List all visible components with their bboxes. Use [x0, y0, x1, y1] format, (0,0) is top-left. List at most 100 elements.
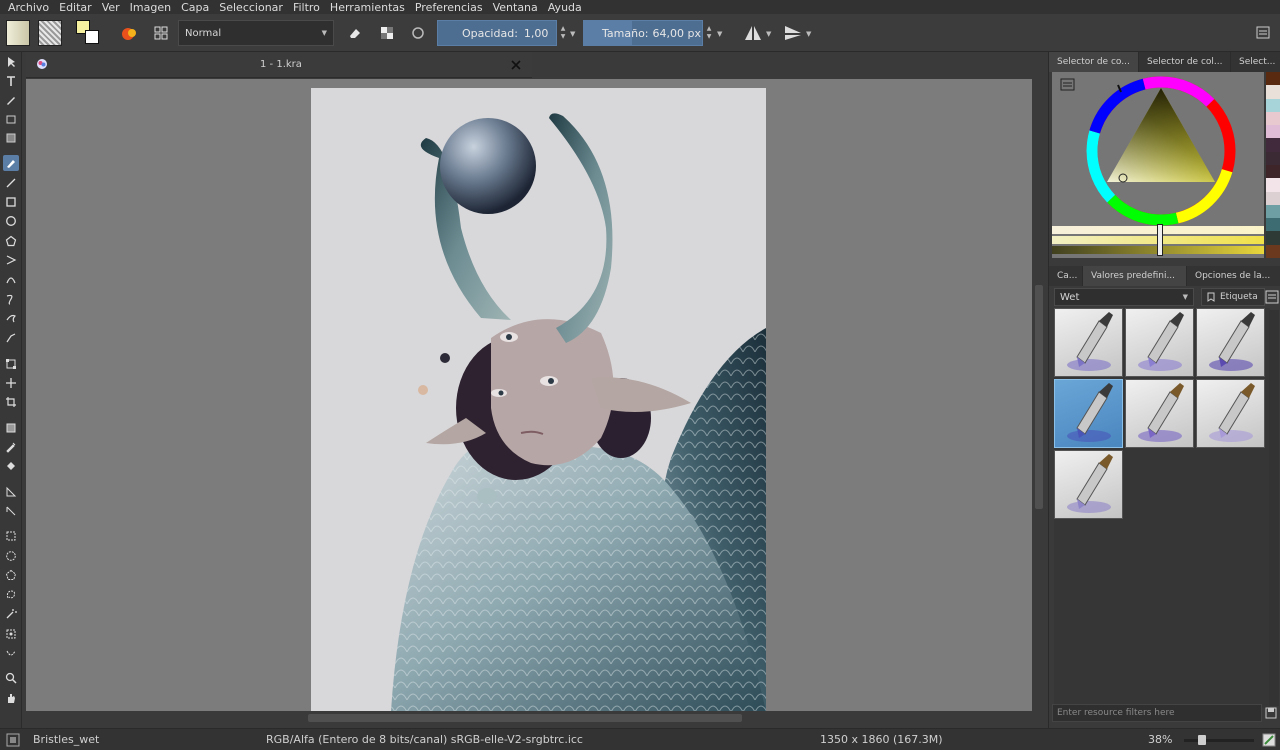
mirror-vertical-button[interactable] [780, 20, 806, 46]
tab-brush-1[interactable]: Ca... [1049, 266, 1083, 286]
blend-mode-select[interactable]: Normal ▼ [178, 20, 334, 46]
palette-swatch[interactable] [1266, 178, 1280, 192]
zoom-slider[interactable] [1184, 735, 1254, 745]
workspace-button[interactable] [148, 20, 174, 46]
tab-tool-options[interactable]: Opciones de la... [1187, 266, 1280, 286]
preset-tag-select[interactable]: Wet ▼ [1054, 288, 1194, 306]
menu-imagen[interactable]: Imagen [130, 1, 171, 14]
close-icon[interactable] [510, 59, 522, 71]
zoom-tool[interactable] [3, 670, 19, 686]
mirror-horizontal-button[interactable] [740, 20, 766, 46]
canvas-image[interactable] [311, 88, 766, 711]
fill-tool[interactable] [3, 458, 19, 474]
polygonal-selection-tool[interactable] [3, 567, 19, 583]
transform-tool[interactable] [3, 356, 19, 372]
size-dropdown[interactable]: ▼ [717, 30, 722, 56]
freehand-selection-tool[interactable] [3, 587, 19, 603]
color-picker-tool[interactable] [3, 439, 19, 455]
save-filter-button[interactable] [1263, 704, 1279, 722]
gradient-swatch[interactable] [6, 20, 30, 46]
foreground-background-color[interactable] [76, 20, 102, 46]
measure-tool[interactable] [3, 503, 19, 519]
select-shapes-tool[interactable] [3, 54, 19, 70]
menu-seleccionar[interactable]: Seleccionar [219, 1, 283, 14]
tab-brush-presets[interactable]: Valores predefini... [1083, 266, 1187, 286]
eraser-mode-button[interactable] [342, 20, 368, 46]
menu-ayuda[interactable]: Ayuda [548, 1, 582, 14]
similar-color-selection-tool[interactable] [3, 626, 19, 642]
horizontal-scrollbar[interactable] [26, 711, 1032, 725]
palette-swatch[interactable] [1266, 72, 1280, 86]
rectangular-selection-tool[interactable] [3, 528, 19, 544]
palette-swatch[interactable] [1266, 204, 1280, 219]
palette-swatch[interactable] [1266, 125, 1280, 139]
freehand-path-tool[interactable] [3, 291, 19, 307]
text-tool[interactable] [3, 73, 19, 89]
resource-filter-input[interactable]: Enter resource filters here [1052, 704, 1262, 722]
preserve-alpha-button[interactable] [374, 20, 400, 46]
ellipse-tool[interactable] [3, 213, 19, 229]
tab-color-selector-3[interactable]: Select... [1231, 52, 1280, 72]
tab-color-selector-1[interactable]: Selector de co... [1049, 52, 1139, 72]
zoom-level[interactable]: 38% [1148, 733, 1172, 746]
bezier-tool[interactable] [3, 271, 19, 287]
preset-wet-6[interactable] [1196, 379, 1265, 448]
horizontal-scroll-thumb[interactable] [308, 714, 742, 722]
opacity-slider[interactable]: Opacidad: 1,00 [437, 20, 557, 46]
preset-scrollbar[interactable] [1269, 310, 1279, 706]
palette-strip[interactable] [1266, 72, 1280, 258]
palette-swatch[interactable] [1266, 85, 1280, 99]
preset-wet-5[interactable] [1125, 379, 1194, 448]
menu-capa[interactable]: Capa [181, 1, 209, 14]
view-options-icon[interactable] [1265, 290, 1279, 304]
line-tool[interactable] [3, 175, 19, 191]
size-slider[interactable]: Tamaño: 64,00 px [583, 20, 703, 46]
menu-icon[interactable] [1060, 78, 1076, 92]
assistant-tool[interactable] [3, 484, 19, 500]
color-wheel[interactable] [1082, 72, 1240, 230]
gradient-tool[interactable] [3, 420, 19, 436]
menu-filtro[interactable]: Filtro [293, 1, 320, 14]
polyline-tool[interactable] [3, 252, 19, 268]
brush-presets-button[interactable] [116, 20, 142, 46]
canvas-viewport[interactable] [26, 79, 1032, 711]
preset-wet-2[interactable] [1125, 308, 1194, 377]
preset-wet-1[interactable] [1054, 308, 1123, 377]
vertical-scroll-thumb[interactable] [1035, 285, 1043, 509]
palette-swatch[interactable] [1266, 218, 1280, 232]
edit-shapes-tool[interactable] [3, 92, 19, 108]
contiguous-selection-tool[interactable] [3, 606, 19, 622]
palette-swatch[interactable] [1266, 98, 1280, 112]
menu-preferencias[interactable]: Preferencias [415, 1, 483, 14]
menu-archivo[interactable]: Archivo [8, 1, 49, 14]
multibrush-tool[interactable] [3, 330, 19, 346]
dynamic-brush-tool[interactable] [3, 310, 19, 326]
menu-ver[interactable]: Ver [102, 1, 120, 14]
calligraphy-tool[interactable] [3, 111, 19, 127]
preset-wet-4[interactable] [1054, 379, 1123, 448]
polygon-tool[interactable] [3, 233, 19, 249]
palette-swatch[interactable] [1266, 111, 1280, 126]
size-spinner[interactable]: ▲ ▼ [704, 20, 714, 46]
opacity-spinner[interactable]: ▲ ▼ [558, 20, 568, 46]
menu-herramientas[interactable]: Herramientas [330, 1, 405, 14]
preset-wet-3[interactable] [1196, 308, 1265, 377]
palette-swatch[interactable] [1266, 231, 1280, 245]
tab-color-selector-2[interactable]: Selector de col... [1139, 52, 1231, 72]
move-tool[interactable] [3, 375, 19, 391]
pattern-swatch[interactable] [38, 20, 62, 46]
menu-ventana[interactable]: Ventana [493, 1, 538, 14]
tag-button[interactable]: Etiqueta [1201, 288, 1265, 306]
palette-swatch[interactable] [1266, 164, 1280, 179]
freehand-brush-tool[interactable] [3, 155, 19, 171]
canvas-only-icon[interactable] [1262, 733, 1276, 747]
menu-editar[interactable]: Editar [59, 1, 92, 14]
docker-menu-button[interactable] [1250, 20, 1276, 46]
palette-swatch[interactable] [1266, 151, 1280, 165]
palette-swatch[interactable] [1266, 244, 1280, 258]
gradient-fill-tool[interactable] [3, 130, 19, 146]
preset-wet-7[interactable] [1054, 450, 1123, 519]
palette-swatch[interactable] [1266, 138, 1280, 152]
rectangle-tool[interactable] [3, 194, 19, 210]
mirror-vertical-dropdown[interactable]: ▼ [806, 30, 811, 56]
